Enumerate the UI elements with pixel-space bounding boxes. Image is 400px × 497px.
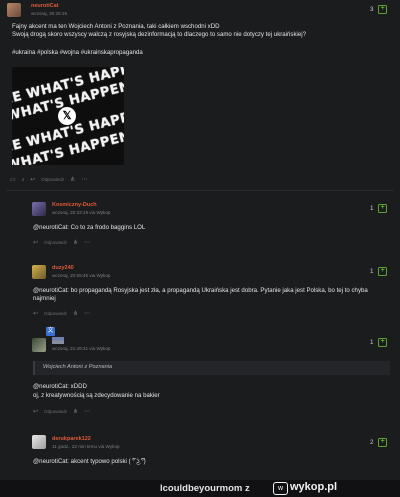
plus-icon[interactable]: + bbox=[378, 438, 387, 447]
reply-link[interactable]: Odpowiedz bbox=[41, 177, 64, 182]
plus-icon[interactable]: + bbox=[378, 267, 387, 276]
watermark-footer: lcouldbeyourmom z w wykop.pl bbox=[0, 480, 400, 497]
reply-link[interactable]: Odpowiedz bbox=[44, 240, 67, 245]
comment-icon[interactable]: ▭ bbox=[10, 176, 16, 183]
plus-icon[interactable]: + bbox=[378, 338, 387, 347]
more-icon[interactable]: ⋯ bbox=[81, 176, 87, 183]
comment-actions: ↩ Odpowiedz ⋔ ⋯ bbox=[33, 408, 90, 415]
quote-text: Wojciech Antoni z Poznania bbox=[43, 364, 113, 370]
vote-box: 3 + bbox=[370, 5, 387, 14]
comment-text: @neurotiCat: xDDD bbox=[33, 383, 87, 390]
vote-count: 1 bbox=[370, 338, 374, 346]
comment-text: oj, z kreatywnością są zdecydowanie na b… bbox=[33, 392, 160, 399]
more-icon[interactable]: ⋯ bbox=[84, 310, 90, 317]
post-tags[interactable]: #ukraina #polska #wojna #ukrainskapropag… bbox=[12, 49, 143, 56]
more-icon[interactable]: ⋯ bbox=[84, 239, 90, 246]
share-icon[interactable]: ⋔ bbox=[73, 310, 78, 317]
avatar[interactable] bbox=[32, 338, 46, 352]
author-name[interactable]: derukparek122 bbox=[52, 436, 91, 442]
post-actions: ▭ 4 ↩ Odpowiedz ⋔ ⋯ bbox=[10, 176, 87, 183]
share-icon[interactable]: ⋔ bbox=[73, 239, 78, 246]
comment-feed: neurotiCat wczoraj, 20:26:15 3 + Fajny a… bbox=[0, 0, 400, 480]
comment-text: najmniej bbox=[33, 295, 56, 302]
comment-actions: ↩ Odpowiedz ⋔ ⋯ bbox=[33, 310, 90, 317]
post-meta: 11 godz., 22 min temu via Wykop bbox=[52, 444, 120, 449]
vote-box: 1 + bbox=[370, 204, 387, 213]
share-icon[interactable]: ⋔ bbox=[70, 176, 75, 183]
post-meta: wczoraj, 21:49:31 via Wykop bbox=[52, 346, 111, 351]
footer-brand: wykop.pl bbox=[290, 481, 338, 493]
author-name[interactable]: neurotiCat bbox=[31, 3, 59, 9]
share-icon[interactable]: ⋔ bbox=[73, 408, 78, 415]
divider bbox=[6, 190, 394, 191]
author-name[interactable]: duzy240 bbox=[52, 265, 74, 271]
vote-box: 1 + bbox=[370, 267, 387, 276]
post-meta: wczoraj, 20:55:46 via Wykop bbox=[52, 273, 111, 278]
comment-text: @neurotiCat: Co to za frodo baggins LOL bbox=[33, 224, 146, 231]
quote-block: Wojciech Antoni z Poznania bbox=[33, 361, 390, 375]
post-text-line: Swoją drogą skoro wszyscy walczą z rosyj… bbox=[12, 31, 306, 38]
comment-text: @neurotiCat: akcent typowo polski ( ͡° ͜… bbox=[33, 458, 146, 465]
avatar[interactable] bbox=[7, 3, 21, 17]
translate-icon[interactable]: 文 bbox=[46, 327, 55, 336]
post-meta: wczoraj, 20:26:15 bbox=[31, 11, 68, 16]
avatar[interactable] bbox=[32, 435, 46, 449]
reply-link[interactable]: Odpowiedz bbox=[44, 311, 67, 316]
reply-icon[interactable]: ↩ bbox=[33, 310, 38, 317]
vote-count: 2 bbox=[370, 438, 374, 446]
wykop-logo-icon: w bbox=[273, 482, 288, 495]
footer-user: lcouldbeyourmom z bbox=[160, 483, 250, 494]
vote-box: 2 + bbox=[370, 438, 387, 447]
vote-count: 1 bbox=[370, 267, 374, 275]
comment-count: 4 bbox=[21, 177, 25, 182]
vote-count: 1 bbox=[370, 204, 374, 212]
vote-count: 3 bbox=[370, 5, 374, 13]
plus-icon[interactable]: + bbox=[378, 5, 387, 14]
reply-icon[interactable]: ↩ bbox=[33, 408, 38, 415]
more-icon[interactable]: ⋯ bbox=[84, 408, 90, 415]
comment-text: @neurotiCat: bo propagandą Rosyjska jest… bbox=[33, 287, 368, 294]
reply-icon[interactable]: ↩ bbox=[30, 176, 35, 183]
vote-box: 1 + bbox=[370, 338, 387, 347]
avatar[interactable] bbox=[32, 265, 46, 279]
post-image[interactable]: SEE WHAT'S HAPPENING SEE WHAT'S HAPPENIN… bbox=[12, 67, 124, 165]
flag-icon bbox=[52, 337, 64, 344]
author-name[interactable]: Kosmiczny-Duch bbox=[52, 202, 97, 208]
plus-icon[interactable]: + bbox=[378, 204, 387, 213]
reply-icon[interactable]: ↩ bbox=[33, 239, 38, 246]
x-logo-icon: 𝕏 bbox=[58, 107, 76, 125]
reply-link[interactable]: Odpowiedz bbox=[44, 409, 67, 414]
avatar[interactable] bbox=[32, 202, 46, 216]
post-meta: wczoraj, 20:33:19 via Wykop bbox=[52, 210, 111, 215]
comment-actions: ↩ Odpowiedz ⋔ ⋯ bbox=[33, 239, 90, 246]
